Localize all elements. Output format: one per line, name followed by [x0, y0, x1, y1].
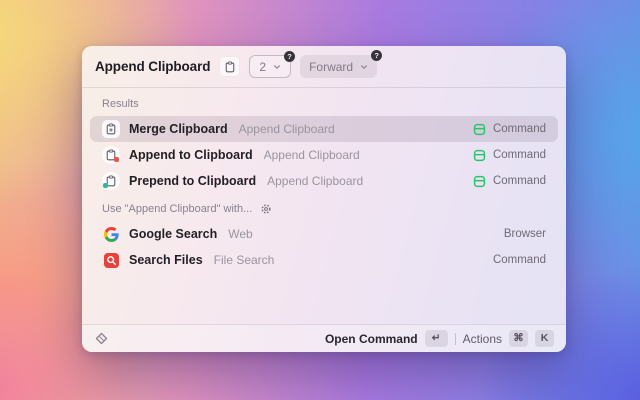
- item-subtitle: Append Clipboard: [263, 148, 360, 162]
- section-label-results: Results: [102, 98, 139, 110]
- item-subtitle: File Search: [213, 253, 275, 267]
- item-accessory: Browser: [503, 228, 546, 240]
- clipboard-prepend-icon: [102, 172, 120, 190]
- item-title: Prepend to Clipboard: [129, 174, 257, 188]
- item-accessory: Command: [473, 175, 546, 188]
- clipboard-icon: [219, 56, 241, 77]
- item-accessory: Command: [492, 254, 546, 266]
- item-accessory: Command: [473, 123, 546, 136]
- help-badge[interactable]: ?: [284, 51, 296, 62]
- window-header: Append Clipboard 2 ? Forward ?: [82, 46, 566, 88]
- list-item-append-to-clipboard[interactable]: Append to Clipboard Append Clipboard Com…: [90, 142, 558, 168]
- cmd-key-badge: ⌘: [509, 330, 528, 347]
- chevron-down-icon: [273, 63, 281, 71]
- return-key-badge: ↵: [424, 330, 448, 347]
- item-title: Search Files: [129, 253, 203, 267]
- item-title: Google Search: [129, 227, 218, 241]
- command-icon: [473, 123, 486, 135]
- item-subtitle: Append Clipboard: [267, 174, 364, 188]
- divider: [454, 332, 456, 345]
- list-item-search-files[interactable]: Search Files File Search Command: [90, 247, 558, 273]
- command-icon: [473, 175, 486, 187]
- clipboard-append-icon: [102, 146, 120, 164]
- actions-button[interactable]: Actions: [463, 332, 502, 346]
- list-item-prepend-to-clipboard[interactable]: Prepend to Clipboard Append Clipboard Co…: [90, 168, 558, 194]
- copies-count-dropdown[interactable]: 2 ?: [249, 51, 296, 78]
- k-key-badge: K: [535, 330, 554, 347]
- results-list: Results Merge Clipboard Append Clipboard…: [82, 88, 566, 324]
- copies-count-value: 2: [259, 59, 267, 74]
- clipboard-icon: [102, 120, 120, 138]
- list-item-google-search[interactable]: Google Search Web Browser: [90, 221, 558, 247]
- page-title: Append Clipboard: [95, 59, 211, 74]
- chevron-down-icon: [360, 63, 368, 71]
- command-icon: [473, 149, 486, 161]
- order-value: Forward: [309, 59, 354, 74]
- file-search-icon: [102, 251, 120, 269]
- window-footer: Open Command ↵ Actions ⌘ K: [82, 324, 566, 352]
- item-title: Merge Clipboard: [129, 122, 228, 136]
- order-dropdown[interactable]: Forward ?: [300, 50, 383, 78]
- footer-actions-group: Open Command ↵ Actions ⌘ K: [325, 330, 554, 347]
- item-subtitle: Append Clipboard: [238, 122, 335, 136]
- item-subtitle: Web: [228, 227, 253, 241]
- raycast-logo-icon: [94, 332, 108, 346]
- raycast-window: Append Clipboard 2 ? Forward ? Results M…: [82, 46, 566, 352]
- item-accessory: Command: [473, 149, 546, 162]
- list-item-merge-clipboard[interactable]: Merge Clipboard Append Clipboard Command: [90, 116, 558, 142]
- open-command-button[interactable]: Open Command: [325, 332, 418, 346]
- google-icon: [102, 225, 120, 243]
- section-label-use-with: Use "Append Clipboard" with...: [90, 194, 558, 221]
- item-title: Append to Clipboard: [129, 148, 253, 162]
- gear-icon[interactable]: [260, 203, 272, 215]
- help-badge[interactable]: ?: [371, 50, 383, 61]
